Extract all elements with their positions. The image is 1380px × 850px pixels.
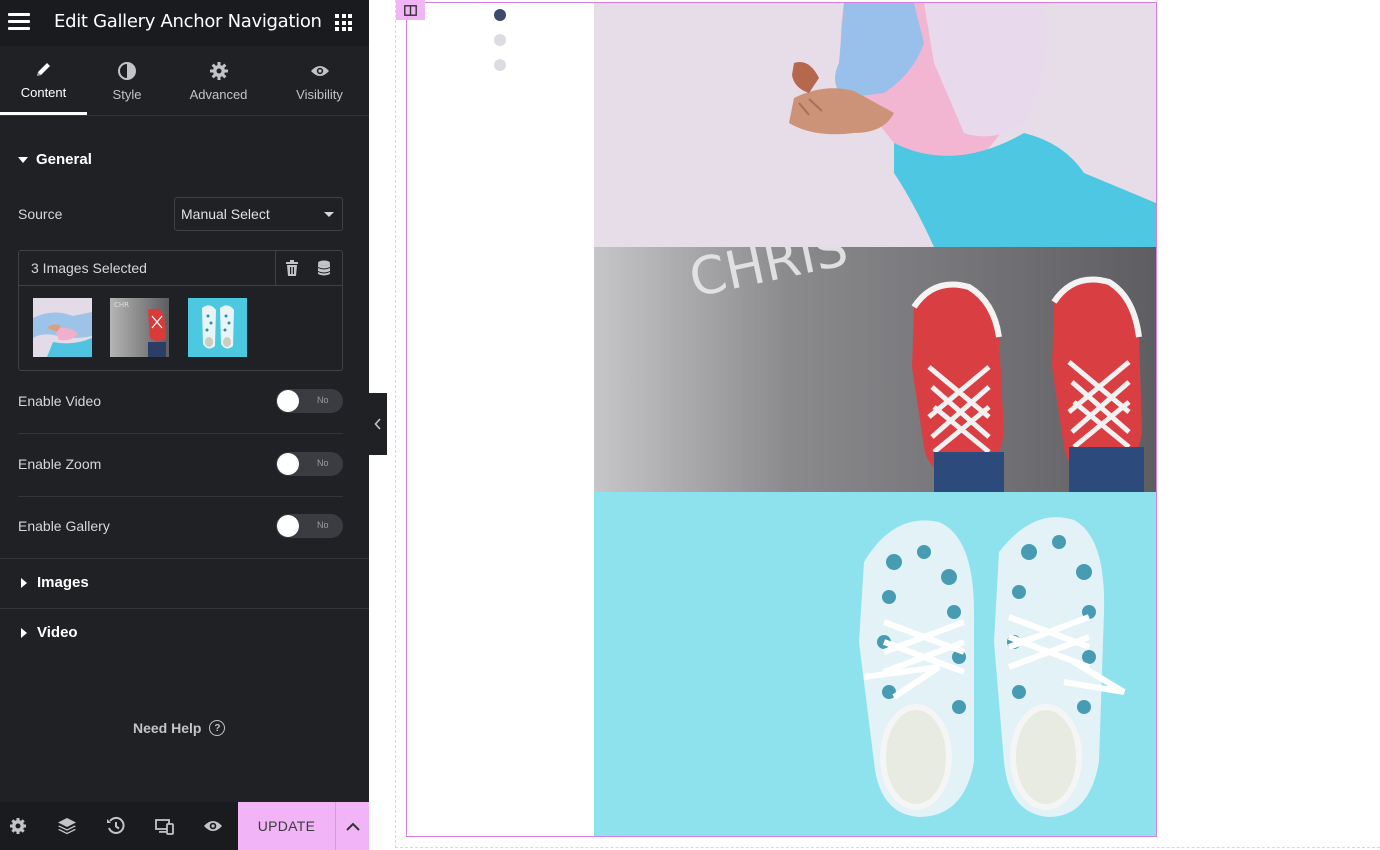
divider <box>18 496 343 497</box>
gallery-thumbnail[interactable] <box>188 298 247 357</box>
chevron-down-icon <box>324 212 334 217</box>
nav-dot[interactable] <box>494 34 506 46</box>
panel-title: Edit Gallery Anchor Navigation <box>54 11 322 32</box>
update-options-button[interactable] <box>335 802 369 850</box>
gallery-thumbnail[interactable] <box>33 298 92 357</box>
responsive-devices-icon[interactable] <box>155 816 175 836</box>
gallery-image-floral-sneakers <box>594 492 1156 836</box>
tab-label: Style <box>112 86 142 102</box>
editor-panel: Edit Gallery Anchor Navigation Content S… <box>0 0 369 850</box>
enable-gallery-toggle[interactable]: No <box>276 514 343 538</box>
section-video-toggle[interactable]: Video <box>18 624 78 641</box>
nav-dot-active[interactable] <box>494 9 506 21</box>
source-select-value: Manual Select <box>181 206 270 222</box>
toggle-state: No <box>317 395 329 405</box>
gallery-control: 3 Images Selected CHR <box>18 250 343 371</box>
gallery-divider <box>275 251 276 286</box>
svg-text:CHR: CHR <box>114 301 129 309</box>
layers-icon[interactable] <box>57 816 77 836</box>
section-images-title: Images <box>37 574 89 591</box>
panel-footer: UPDATE <box>0 802 369 850</box>
section-general-toggle[interactable]: General <box>18 151 92 168</box>
enable-zoom-label: Enable Zoom <box>18 456 102 472</box>
source-select[interactable]: Manual Select <box>174 197 343 231</box>
section-images-toggle[interactable]: Images <box>18 574 89 591</box>
gallery-thumbnail[interactable]: CHR <box>110 298 169 357</box>
toggle-knob <box>277 390 299 412</box>
need-help-label: Need Help <box>133 720 202 736</box>
tab-style[interactable]: Style <box>87 46 167 115</box>
settings-gear-icon[interactable] <box>8 816 28 836</box>
section-video-title: Video <box>37 624 78 641</box>
tab-label: Advanced <box>189 86 248 102</box>
section-general-title: General <box>36 151 92 168</box>
history-icon[interactable] <box>106 816 126 836</box>
nav-dot[interactable] <box>494 59 506 71</box>
caret-down-icon <box>18 156 28 163</box>
update-button[interactable]: UPDATE <box>238 802 335 850</box>
column-icon <box>404 4 417 16</box>
database-icon[interactable] <box>317 260 331 276</box>
app: Edit Gallery Anchor Navigation Content S… <box>0 0 1380 850</box>
divider <box>18 433 343 434</box>
question-circle-icon: ? <box>209 720 226 736</box>
gallery-header: 3 Images Selected <box>19 251 342 286</box>
half-circle-icon <box>117 60 137 82</box>
caret-right-icon <box>21 627 27 638</box>
chevron-left-icon <box>374 418 381 430</box>
caret-right-icon <box>21 577 27 588</box>
gear-icon <box>209 60 229 82</box>
panel-tabs: Content Style Advanced Visibility <box>0 46 369 116</box>
edit-widget-handle[interactable] <box>396 0 425 20</box>
divider <box>0 558 369 559</box>
gallery-count: 3 Images Selected <box>31 260 147 276</box>
enable-video-toggle[interactable]: No <box>276 389 343 413</box>
apps-grid-icon[interactable] <box>335 14 352 31</box>
toggle-knob <box>277 515 299 537</box>
need-help-link[interactable]: Need Help ? <box>133 720 226 736</box>
tab-content[interactable]: Content <box>0 46 87 115</box>
enable-video-label: Enable Video <box>18 393 102 409</box>
source-label: Source <box>18 206 63 222</box>
enable-gallery-label: Enable Gallery <box>18 518 110 534</box>
tab-visibility[interactable]: Visibility <box>270 46 369 115</box>
chevron-up-icon <box>345 822 360 831</box>
toggle-state: No <box>317 458 329 468</box>
toggle-state: No <box>317 520 329 530</box>
divider <box>0 608 369 609</box>
tab-label: Visibility <box>296 86 343 102</box>
panel-header: Edit Gallery Anchor Navigation <box>0 0 369 46</box>
hamburger-menu-icon[interactable] <box>8 13 30 31</box>
trash-icon[interactable] <box>285 260 299 276</box>
pencil-icon <box>35 58 53 80</box>
preview-eye-icon[interactable] <box>203 816 223 836</box>
collapse-panel-button[interactable] <box>369 393 387 455</box>
eye-icon <box>310 60 330 82</box>
tab-label: Content <box>20 85 67 100</box>
gallery-image-red-sneakers: CHRIS <box>594 247 1156 492</box>
gallery-image-clothing <box>594 3 1156 247</box>
tab-advanced[interactable]: Advanced <box>167 46 270 115</box>
toggle-knob <box>277 453 299 475</box>
enable-zoom-toggle[interactable]: No <box>276 452 343 476</box>
